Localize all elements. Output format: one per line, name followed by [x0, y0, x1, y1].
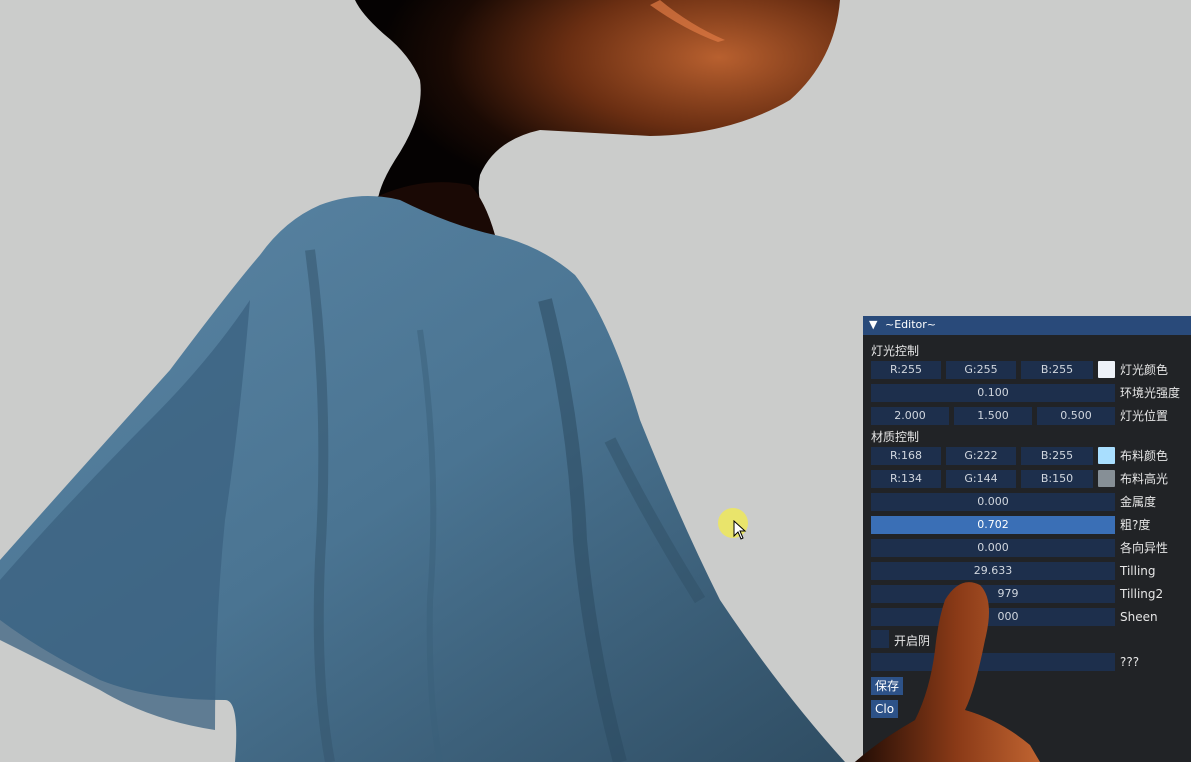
- light-pos-z-field[interactable]: 0.500: [1037, 407, 1115, 425]
- light-color-b-field[interactable]: B:255: [1021, 361, 1093, 379]
- editor-title: ~Editor~: [885, 318, 936, 331]
- roughness-label: 粗?度: [1120, 518, 1151, 532]
- light-position-label: 灯光位置: [1120, 409, 1169, 423]
- triangle-down-icon[interactable]: ▼: [869, 318, 877, 331]
- light-pos-y-field[interactable]: 1.500: [954, 407, 1032, 425]
- cloth-spec-label: 布料高光: [1120, 472, 1169, 486]
- ambient-intensity-label: 环境光强度: [1120, 386, 1181, 400]
- tilling-label: Tilling: [1120, 564, 1156, 578]
- roughness-slider[interactable]: 0.702: [871, 516, 1115, 534]
- anisotropy-label: 各向异性: [1120, 541, 1169, 555]
- cloth-color-b-field[interactable]: B:255: [1021, 447, 1093, 465]
- light-pos-x-field[interactable]: 2.000: [871, 407, 949, 425]
- metallic-label: 金属度: [1120, 495, 1157, 509]
- finger-overlay: [855, 582, 1040, 762]
- tilling2-label: Tilling2: [1120, 587, 1164, 601]
- cloth-color-label: 布料颜色: [1120, 449, 1169, 463]
- light-section-heading: 灯光控制: [871, 344, 920, 358]
- material-section-heading: 材质控制: [871, 430, 920, 444]
- cloth-color-r-field[interactable]: R:168: [871, 447, 941, 465]
- light-color-label: 灯光颜色: [1120, 363, 1169, 377]
- cloth-spec-swatch[interactable]: [1098, 470, 1115, 487]
- cloth-spec-g-field[interactable]: G:144: [946, 470, 1016, 488]
- ambient-intensity-slider[interactable]: 0.100: [871, 384, 1115, 402]
- editor-title-bar[interactable]: ▼ ~Editor~: [863, 316, 1191, 335]
- sheen-label: Sheen: [1120, 610, 1158, 624]
- light-color-r-field[interactable]: R:255: [871, 361, 941, 379]
- cloth-color-g-field[interactable]: G:222: [946, 447, 1016, 465]
- cloth-spec-r-field[interactable]: R:134: [871, 470, 941, 488]
- anisotropy-slider[interactable]: 0.000: [871, 539, 1115, 557]
- metallic-slider[interactable]: 0.000: [871, 493, 1115, 511]
- light-color-g-field[interactable]: G:255: [946, 361, 1016, 379]
- cloth-spec-b-field[interactable]: B:150: [1021, 470, 1093, 488]
- mouse-pointer-icon: [733, 520, 747, 540]
- light-color-swatch[interactable]: [1098, 361, 1115, 378]
- cloth-color-swatch[interactable]: [1098, 447, 1115, 464]
- unknown-label: ???: [1120, 655, 1140, 669]
